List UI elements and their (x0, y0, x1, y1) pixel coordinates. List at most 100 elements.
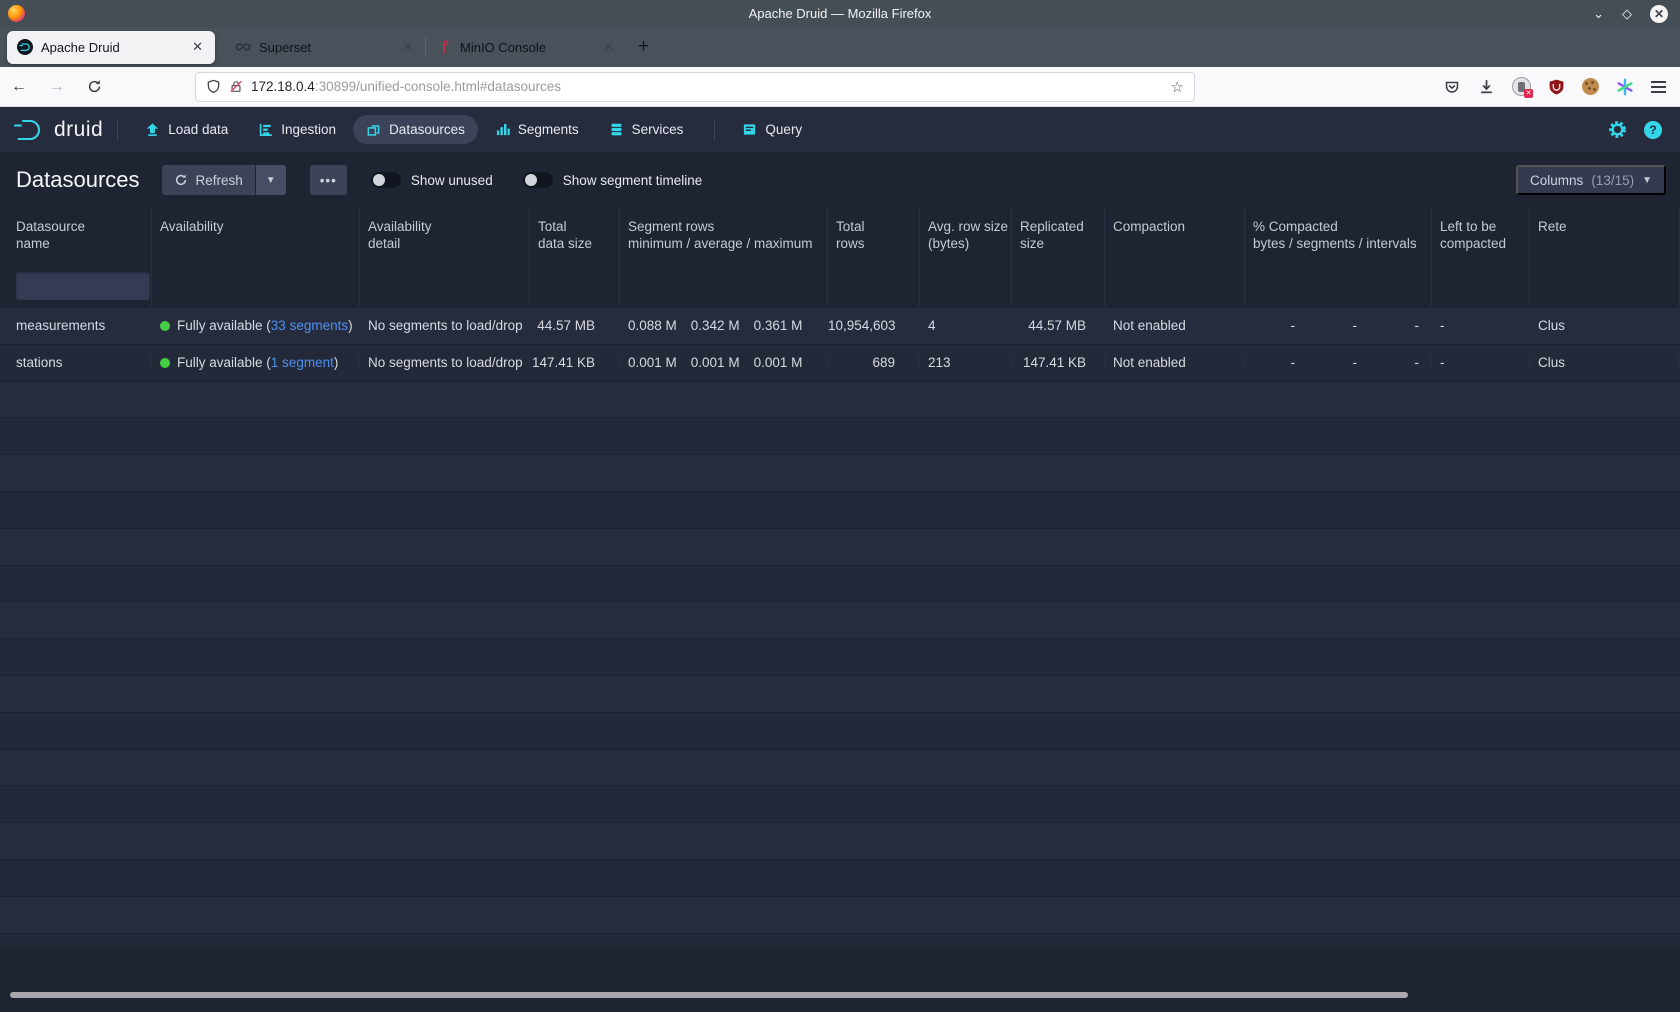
cookie-icon[interactable] (1582, 78, 1599, 95)
nav-item-ingestion[interactable]: Ingestion (245, 115, 349, 144)
availability-detail-cell: No segments to load/drop (360, 355, 530, 370)
more-actions-button[interactable]: ••• (310, 165, 347, 195)
settings-gear-icon[interactable] (1607, 119, 1628, 140)
datasource-name-filter-input[interactable] (16, 272, 150, 300)
table-row-empty (0, 639, 1680, 676)
tab-close-icon[interactable]: ✕ (601, 39, 616, 55)
druid-brand-label: druid (54, 118, 103, 142)
druid-brand[interactable]: druid (12, 117, 103, 143)
nav-item-query[interactable]: Query (729, 115, 815, 144)
ingestion-icon (258, 122, 273, 137)
colorful-asterisk-icon[interactable] (1616, 78, 1634, 96)
horizontal-scrollbar[interactable] (0, 992, 1680, 1000)
pocket-icon[interactable] (1443, 79, 1461, 95)
segment-rows-cell: 0.088 M 0.342 M 0.361 M (620, 318, 828, 333)
columns-button[interactable]: Columns (13/15) ▼ (1516, 165, 1666, 195)
columns-button-label: Columns (1530, 173, 1583, 188)
table-row-empty (0, 566, 1680, 603)
show-unused-toggle-group: Show unused (371, 172, 493, 188)
tab-superset[interactable]: Superset ✕ (225, 31, 425, 64)
compaction-cell: Not enabled (1105, 355, 1245, 370)
page-title: Datasources (16, 167, 140, 193)
shield-icon[interactable] (206, 79, 221, 94)
nav-item-load-data[interactable]: Load data (132, 115, 241, 144)
tab-close-icon[interactable]: ✕ (190, 39, 205, 55)
services-icon (609, 122, 624, 137)
url-host: 172.18.0.4 (251, 79, 315, 94)
tab-label: Apache Druid (41, 40, 190, 55)
table-row-measurements[interactable]: measurements Fully available (33 segment… (0, 308, 1680, 345)
window-close-icon[interactable]: ✕ (1650, 5, 1668, 23)
table-body: measurements Fully available (33 segment… (0, 308, 1680, 948)
window-maximize-icon[interactable]: ◇ (1622, 7, 1632, 20)
segments-link[interactable]: 1 segment (271, 355, 334, 370)
table-row-empty (0, 382, 1680, 419)
table-row-empty (0, 455, 1680, 492)
druid-favicon (17, 39, 33, 55)
url-text[interactable]: 172.18.0.4:30899/unified-console.html#da… (251, 79, 1171, 94)
reload-icon (87, 79, 102, 94)
nav-item-datasources[interactable]: Datasources (353, 115, 478, 144)
forward-button[interactable]: → (38, 78, 76, 96)
column-header-availability[interactable]: Availability (152, 208, 360, 265)
new-tab-button[interactable]: + (626, 36, 661, 58)
table-empty-rows (0, 382, 1680, 948)
tab-close-icon[interactable]: ✕ (400, 39, 415, 55)
retention-cell: Clus (1530, 318, 1680, 333)
more-icon: ••• (320, 173, 337, 188)
column-header-pct-compacted[interactable]: % Compactedbytes / segments / intervals (1245, 208, 1432, 265)
refresh-dropdown-button[interactable]: ▼ (256, 165, 286, 195)
table-filter-row (0, 265, 1680, 308)
table-header-row: Datasourcename Availability Availability… (0, 208, 1680, 265)
superset-favicon (235, 39, 251, 55)
tab-minio-console[interactable]: MinIO Console ✕ (426, 31, 626, 64)
table-row-empty (0, 713, 1680, 750)
url-bar[interactable]: 172.18.0.4:30899/unified-console.html#da… (195, 72, 1195, 102)
total-rows-cell: 689 (828, 355, 920, 370)
avg-row-size-cell: 213 (920, 355, 1012, 370)
table-row-empty (0, 860, 1680, 897)
menu-icon[interactable] (1651, 81, 1666, 93)
column-header-compaction[interactable]: Compaction (1105, 208, 1245, 265)
table-row-empty (0, 529, 1680, 566)
nav-item-label: Services (632, 122, 684, 137)
url-path: :30899/unified-console.html#datasources (315, 79, 561, 94)
segments-link[interactable]: 33 segments (271, 318, 348, 333)
download-icon[interactable] (1478, 78, 1495, 95)
show-segment-timeline-switch[interactable] (523, 172, 553, 188)
help-icon[interactable]: ? (1644, 121, 1662, 139)
table-row-stations[interactable]: stations Fully available (1 segment) No … (0, 345, 1680, 382)
window-titlebar: Apache Druid — Mozilla Firefox ⌄ ◇ ✕ (0, 0, 1680, 27)
refresh-button[interactable]: Refresh (162, 165, 255, 195)
segment-rows-cell: 0.001 M 0.001 M 0.001 M (620, 355, 828, 370)
column-header-total-data-size[interactable]: Totaldata size (530, 208, 620, 265)
nav-item-services[interactable]: Services (596, 115, 697, 144)
column-header-datasource-name[interactable]: Datasourcename (0, 208, 152, 265)
datasource-name-cell: stations (0, 355, 152, 370)
column-header-replicated-size[interactable]: Replicatedsize (1012, 208, 1105, 265)
refresh-split-button: Refresh ▼ (162, 165, 286, 195)
nav-item-label: Load data (168, 122, 228, 137)
insecure-lock-icon[interactable] (229, 79, 243, 94)
column-header-total-rows[interactable]: Totalrows (828, 208, 920, 265)
columns-count: (13/15) (1591, 173, 1634, 188)
column-header-retention[interactable]: Rete (1530, 208, 1680, 265)
column-header-segment-rows[interactable]: Segment rowsminimum / average / maximum (620, 208, 828, 265)
tab-label: MinIO Console (460, 40, 601, 55)
nav-item-segments[interactable]: Segments (482, 115, 592, 144)
column-header-left-to-be-compacted[interactable]: Left to becompacted (1432, 208, 1530, 265)
tab-label: Superset (259, 40, 400, 55)
back-button[interactable]: ← (0, 78, 38, 96)
tab-apache-druid[interactable]: Apache Druid ✕ (7, 31, 215, 64)
extension-icon[interactable]: ✕ (1512, 77, 1531, 96)
show-unused-switch[interactable] (371, 172, 401, 188)
window-minimize-icon[interactable]: ⌄ (1593, 7, 1604, 20)
available-status-dot-icon (160, 321, 170, 331)
app-window: Apache Druid — Mozilla Firefox ⌄ ◇ ✕ Apa… (0, 0, 1680, 1012)
column-header-availability-detail[interactable]: Availabilitydetail (360, 208, 530, 265)
ublock-icon[interactable] (1548, 78, 1565, 96)
column-header-avg-row-size[interactable]: Avg. row size(bytes) (920, 208, 1012, 265)
bookmark-star-icon[interactable]: ☆ (1171, 78, 1184, 96)
reload-button[interactable] (76, 79, 113, 94)
horizontal-scrollbar-thumb[interactable] (10, 992, 1408, 998)
